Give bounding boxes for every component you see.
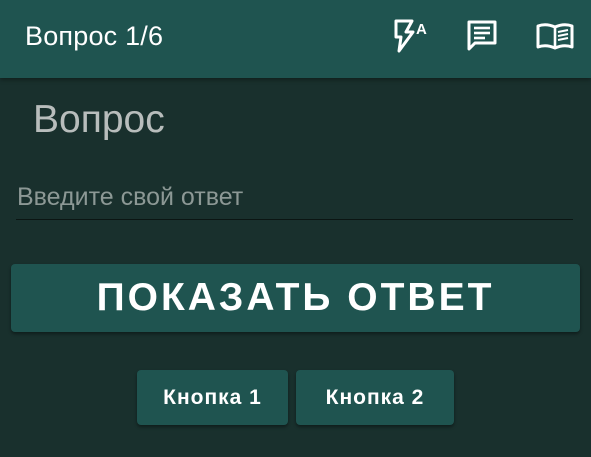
flash-auto-button[interactable]: A [387,16,431,56]
app-bar: Вопрос 1/6 A [0,0,591,78]
book-button[interactable] [533,16,577,56]
button-1[interactable]: Кнопка 1 [137,370,288,425]
message-icon [465,19,499,53]
answer-input[interactable] [16,182,573,220]
message-button[interactable] [460,16,504,56]
show-answer-button[interactable]: ПОКАЗАТЬ ОТВЕТ [11,264,580,332]
flash-auto-letter: A [416,21,427,38]
button-2[interactable]: Кнопка 2 [296,370,454,425]
flash-auto-icon: A [388,19,430,53]
question-text: Вопрос [33,98,165,141]
page-title: Вопрос 1/6 [25,21,164,51]
book-icon [536,21,574,51]
